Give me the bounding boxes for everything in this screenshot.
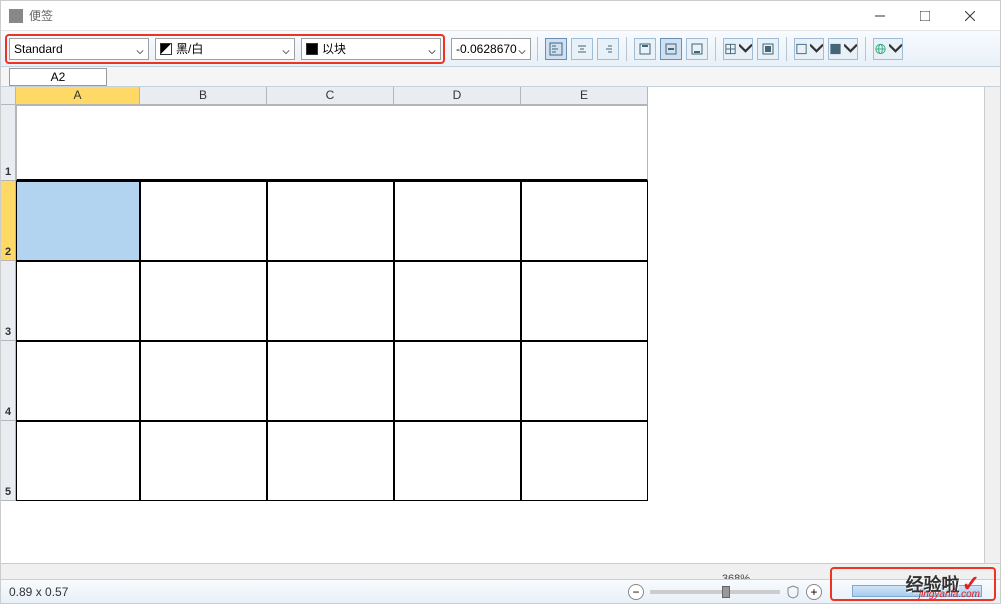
toolbar-highlight: Standard 黑/白 以块 [5, 34, 445, 64]
border-button-1[interactable] [794, 38, 824, 60]
cell-e2[interactable] [521, 181, 648, 261]
cell-d2[interactable] [394, 181, 521, 261]
separator [626, 37, 627, 61]
row-header-5[interactable]: 5 [1, 421, 16, 501]
cell-reference-input[interactable]: A2 [9, 68, 107, 86]
style-dropdown[interactable]: Standard [9, 38, 149, 60]
bw-swatch-icon [160, 43, 172, 55]
zoom-control: − + [628, 584, 822, 600]
cell-b5[interactable] [140, 421, 267, 501]
row-header-1[interactable]: 1 [1, 105, 16, 181]
select-all-corner[interactable] [1, 87, 16, 105]
minimize-button[interactable] [857, 1, 902, 31]
titlebar: 便签 [1, 1, 1000, 31]
col-header-b[interactable]: B [140, 87, 267, 105]
separator [715, 37, 716, 61]
split-cells-button[interactable] [757, 38, 779, 60]
cell-b2[interactable] [140, 181, 267, 261]
black-swatch-icon [306, 43, 318, 55]
status-bar: 0.89 x 0.57 − + [1, 579, 1000, 603]
separator [537, 37, 538, 61]
window-title: 便签 [29, 7, 857, 24]
cell-a3[interactable] [16, 261, 140, 341]
zoom-out-button[interactable]: − [628, 584, 644, 600]
chevron-down-icon [428, 45, 436, 53]
col-header-e[interactable]: E [521, 87, 648, 105]
separator [865, 37, 866, 61]
chevron-down-icon [518, 45, 526, 53]
col-header-a[interactable]: A [16, 87, 140, 105]
cell-e4[interactable] [521, 341, 648, 421]
watermark: 经验啦 ✓ jingyanla.com [906, 571, 980, 597]
maximize-button[interactable] [902, 1, 947, 31]
valign-top-button[interactable] [634, 38, 656, 60]
spreadsheet-area: A B C D E 1 2 3 4 5 [1, 87, 1000, 549]
row-header-2[interactable]: 2 [1, 181, 16, 261]
separator [786, 37, 787, 61]
merge-cells-button[interactable] [723, 38, 753, 60]
horizontal-scrollbar[interactable] [1, 563, 1000, 579]
align-left-button[interactable] [545, 38, 567, 60]
app-icon [9, 9, 23, 23]
number-dropdown[interactable]: -0.0628670 [451, 38, 531, 60]
zoom-slider-thumb[interactable] [722, 586, 730, 598]
border-button-2[interactable] [828, 38, 858, 60]
watermark-url: jingyanla.com [919, 589, 980, 600]
status-coords: 0.89 x 0.57 [9, 585, 628, 599]
cell-b3[interactable] [140, 261, 267, 341]
globe-button[interactable] [873, 38, 903, 60]
cell-d5[interactable] [394, 421, 521, 501]
cell-d4[interactable] [394, 341, 521, 421]
row-header-4[interactable]: 4 [1, 341, 16, 421]
row-header-3[interactable]: 3 [1, 261, 16, 341]
cell-e5[interactable] [521, 421, 648, 501]
cell-a4[interactable] [16, 341, 140, 421]
zoom-slider[interactable] [650, 590, 780, 594]
col-header-c[interactable]: C [267, 87, 394, 105]
number-value: -0.0628670 [456, 42, 517, 56]
column-headers: A B C D E [1, 87, 648, 105]
close-button[interactable] [947, 1, 992, 31]
reference-bar: A2 [1, 67, 1000, 87]
vertical-scrollbar[interactable] [984, 87, 1000, 563]
cell-b4[interactable] [140, 341, 267, 421]
cell-a2[interactable] [16, 181, 140, 261]
col-header-d[interactable]: D [394, 87, 521, 105]
chevron-down-icon [282, 45, 290, 53]
cell-a1-merged[interactable] [16, 105, 648, 181]
color-dropdown[interactable]: 黑/白 [155, 38, 295, 60]
cell-a5[interactable] [16, 421, 140, 501]
cell-c4[interactable] [267, 341, 394, 421]
fill-dropdown-label: 以块 [322, 40, 346, 57]
valign-middle-button[interactable] [660, 38, 682, 60]
cell-e3[interactable] [521, 261, 648, 341]
valign-bottom-button[interactable] [686, 38, 708, 60]
toolbar: Standard 黑/白 以块 -0.0628670 [1, 31, 1000, 67]
align-right-button[interactable] [597, 38, 619, 60]
align-center-button[interactable] [571, 38, 593, 60]
cell-c3[interactable] [267, 261, 394, 341]
chevron-down-icon [136, 45, 144, 53]
cell-c5[interactable] [267, 421, 394, 501]
color-dropdown-label: 黑/白 [176, 40, 203, 57]
cell-d3[interactable] [394, 261, 521, 341]
fill-dropdown[interactable]: 以块 [301, 38, 441, 60]
row-headers: 1 2 3 4 5 [1, 105, 16, 501]
cell-c2[interactable] [267, 181, 394, 261]
zoom-in-button[interactable]: + [806, 584, 822, 600]
style-dropdown-label: Standard [14, 42, 63, 56]
shield-icon [786, 585, 800, 599]
